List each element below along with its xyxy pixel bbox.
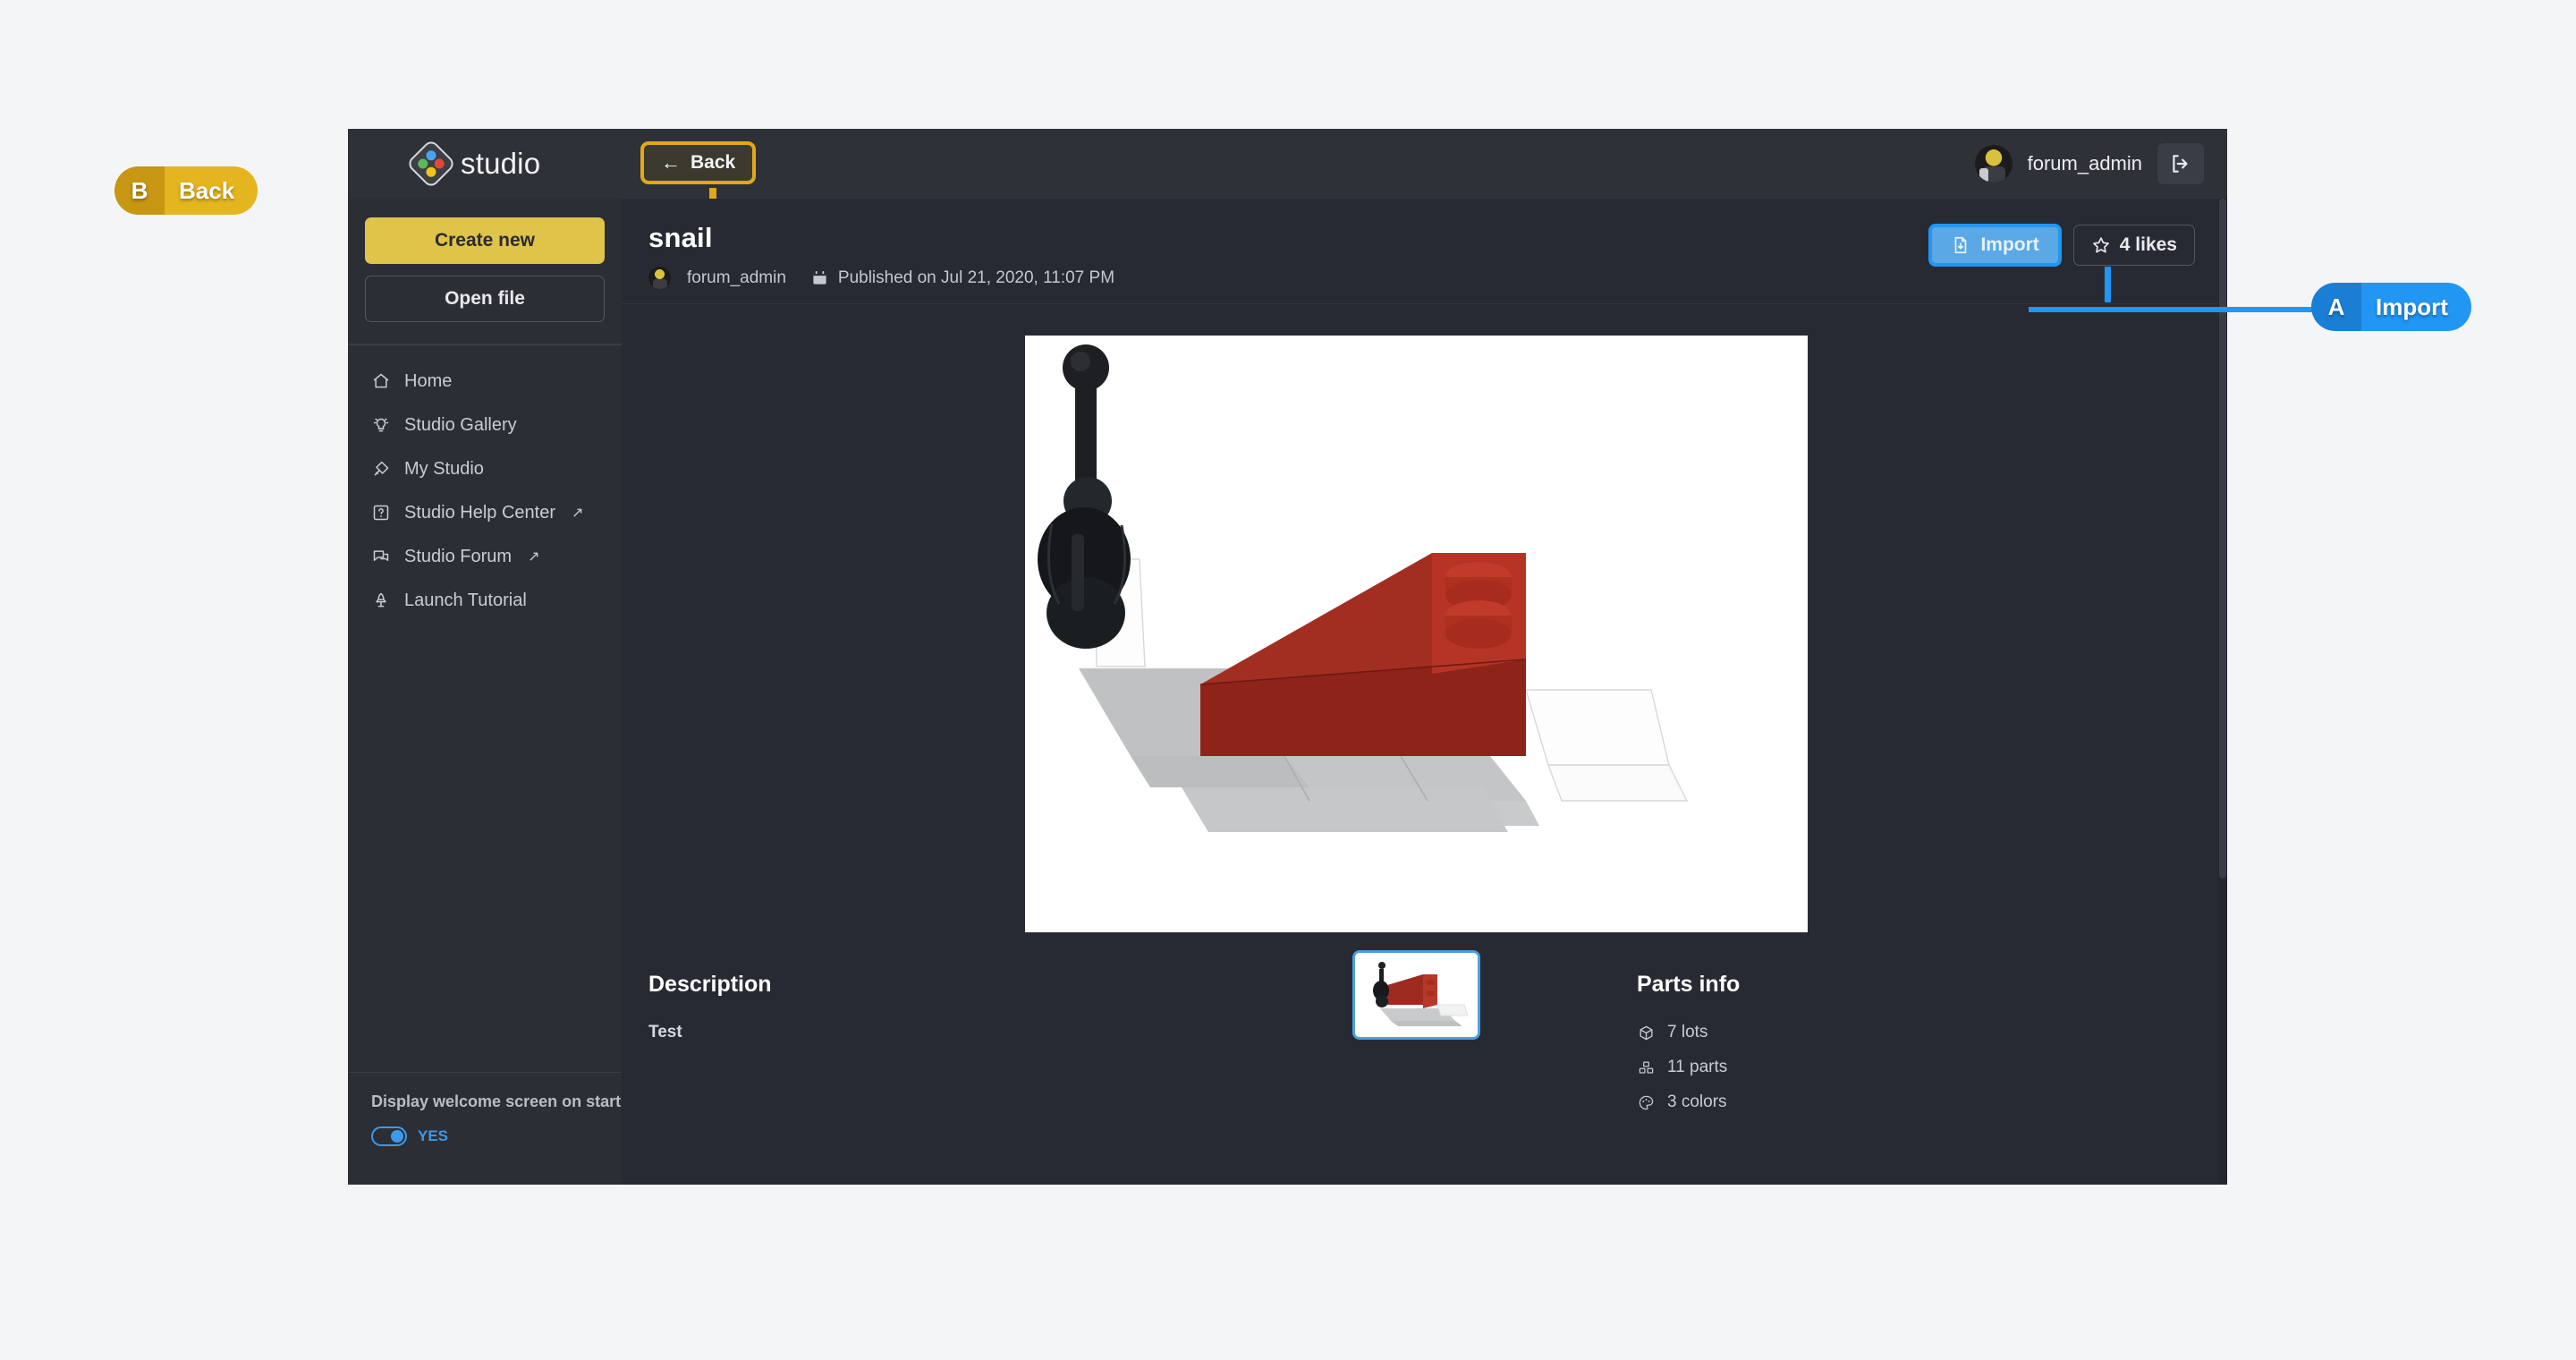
scrollbar-thumb[interactable]: [2219, 199, 2226, 879]
back-button-label: Back: [691, 152, 736, 173]
username-label: forum_admin: [2027, 152, 2142, 174]
model-3d-viewport[interactable]: [1025, 336, 1808, 932]
app-top-bar: studio ← Back forum_admin: [348, 129, 2227, 229]
sidebar-item-label: Home: [404, 370, 453, 391]
header-actions: Import 4 likes: [1928, 224, 2195, 267]
arrow-left-icon: ←: [661, 151, 681, 174]
annotation-connector-a-stem: [2105, 267, 2111, 302]
parts-info-value: 11 parts: [1667, 1058, 1728, 1076]
import-button-label: Import: [1980, 234, 2039, 255]
sidebar-item-label: Studio Forum: [404, 546, 513, 566]
sidebar-item-label: Studio Help Center: [404, 502, 555, 523]
sidebar-actions: Create new Open file: [348, 199, 622, 322]
brand-logo: studio: [405, 138, 541, 190]
annotation-badge-b: B Back: [114, 166, 258, 215]
model-detail-header: snail forum_admin Published on Jul 21, 2…: [622, 199, 2227, 304]
user-area: forum_admin: [1974, 129, 2204, 199]
sidebar: Create new Open file Home Studio Gallery…: [348, 199, 622, 1185]
avatar[interactable]: [1974, 145, 2012, 183]
lego-model-render: [1038, 344, 1689, 832]
home-icon: [371, 371, 391, 391]
sidebar-item-label: Launch Tutorial: [404, 590, 527, 610]
model-thumbnail[interactable]: [1352, 950, 1480, 1040]
welcome-toggle-label: Display welcome screen on start: [371, 1092, 622, 1110]
model-viewer-area: [622, 304, 2227, 1040]
sidebar-item-home[interactable]: Home: [348, 360, 622, 404]
sidebar-item-label: My Studio: [404, 458, 484, 479]
logout-button[interactable]: [2157, 143, 2204, 184]
external-link-icon: ↗: [528, 549, 540, 565]
star-icon: [2092, 237, 2109, 253]
calendar-icon: [813, 270, 826, 285]
lightbulb-icon: [371, 415, 391, 435]
create-new-button[interactable]: Create new: [365, 217, 605, 264]
studio-app-window: studio ← Back forum_admin Create new Ope…: [348, 129, 2227, 1185]
sidebar-item-label: Studio Gallery: [404, 414, 517, 435]
sidebar-item-my-studio[interactable]: My Studio: [348, 447, 622, 491]
thumbnail-preview: [1355, 953, 1478, 1037]
logout-icon: [2173, 155, 2188, 173]
annotation-badge-b-label: Back: [165, 166, 258, 215]
parts-info-parts: 11 parts: [1637, 1058, 2191, 1077]
chat-bubbles-icon: [371, 547, 391, 566]
parts-info-value: 3 colors: [1667, 1092, 1727, 1111]
file-download-icon: [1955, 236, 1967, 254]
studio-diamond-logo-icon: [405, 138, 457, 190]
thumbnail-strip: [1025, 950, 1808, 1040]
sidebar-item-launch-tutorial[interactable]: Launch Tutorial: [348, 579, 622, 623]
annotation-badge-a: A Import: [2311, 283, 2471, 331]
published-date: Published on Jul 21, 2020, 11:07 PM: [837, 268, 1115, 287]
external-link-icon: ↗: [571, 506, 584, 521]
sidebar-item-studio-help-center[interactable]: Studio Help Center ↗: [348, 491, 622, 535]
annotation-badge-b-key: B: [114, 166, 165, 215]
brand-name: studio: [461, 147, 541, 180]
welcome-screen-setting: Display welcome screen on start YES: [348, 1072, 622, 1185]
toggle-switch[interactable]: [371, 1126, 407, 1146]
back-button[interactable]: ← Back: [640, 141, 757, 184]
author-avatar: [648, 267, 671, 289]
welcome-toggle[interactable]: YES: [371, 1126, 622, 1146]
sidebar-item-studio-gallery[interactable]: Studio Gallery: [348, 404, 622, 447]
help-question-icon: [371, 503, 391, 523]
bricks-icon: [1637, 1058, 1656, 1077]
likes-button[interactable]: 4 likes: [2072, 225, 2195, 266]
rocket-icon: [371, 591, 391, 610]
annotation-badge-a-label: Import: [2361, 283, 2471, 331]
content-area: snail forum_admin Published on Jul 21, 2…: [622, 199, 2227, 1185]
likes-count-label: 4 likes: [2119, 234, 2177, 255]
annotation-badge-a-key: A: [2311, 283, 2361, 331]
sidebar-item-studio-forum[interactable]: Studio Forum ↗: [348, 535, 622, 579]
brush-icon: [371, 459, 391, 479]
content-scrollbar[interactable]: [2218, 199, 2227, 1185]
import-button[interactable]: Import: [1928, 224, 2062, 267]
parts-info-colors: 3 colors: [1637, 1092, 2191, 1112]
open-file-button[interactable]: Open file: [365, 276, 605, 322]
annotation-connector-a-line: [2029, 307, 2315, 312]
sidebar-nav: Home Studio Gallery My Studio Studio Hel…: [348, 345, 622, 1073]
author-name: forum_admin: [687, 268, 786, 287]
toggle-state-label: YES: [418, 1127, 449, 1144]
palette-icon: [1637, 1093, 1656, 1112]
model-meta: forum_admin Published on Jul 21, 2020, 1…: [648, 267, 2191, 289]
